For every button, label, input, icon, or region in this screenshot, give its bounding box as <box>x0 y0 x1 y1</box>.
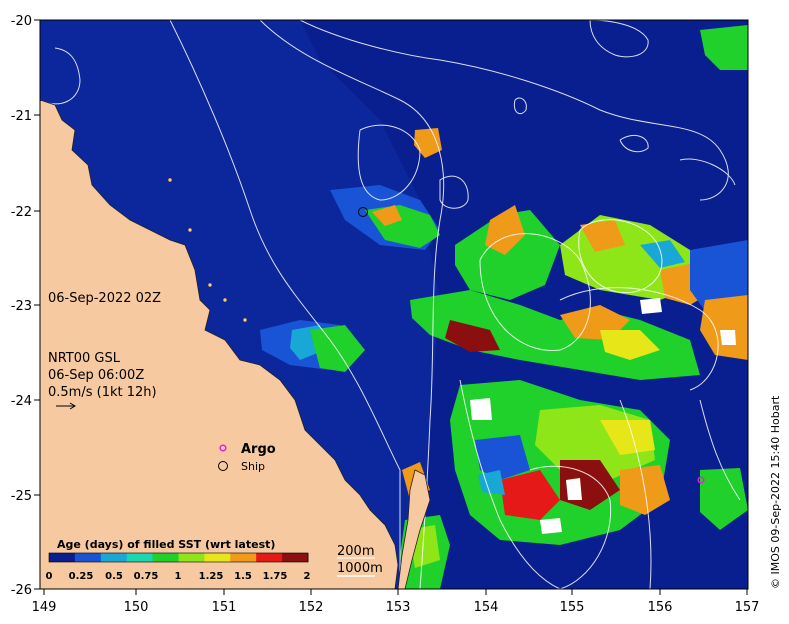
ship-legend-label: Ship <box>241 460 265 473</box>
lon-tick-label: 150 <box>124 600 149 615</box>
lat-axis <box>34 19 40 590</box>
lat-tick-label: -20 <box>11 14 32 29</box>
colorbar-swatch <box>204 553 231 562</box>
argo-legend-label: Argo <box>241 442 276 457</box>
colorbar: Age (days) of filled SST (wrt latest) 0 … <box>46 538 311 582</box>
lon-tick-label: 151 <box>212 600 237 615</box>
copyright-label: © IMOS 09-Sep-2022 15:40 Hobart <box>769 395 782 589</box>
colorbar-swatch <box>74 553 102 562</box>
lon-tick-label: 149 <box>32 600 57 615</box>
colorbar-tick-label: 1.25 <box>199 571 224 582</box>
lon-tick-label: 153 <box>386 600 411 615</box>
colorbar-tick-label: 2 <box>304 571 311 582</box>
lon-tick-label: 152 <box>299 600 324 615</box>
current-label-line1: NRT00 GSL <box>48 351 121 366</box>
colorbar-swatch <box>282 553 309 562</box>
sst-map: -20 -21 -22 -23 -24 -25 -26 149 150 151 … <box>11 14 782 615</box>
colorbar-tick-label: 1.75 <box>263 571 288 582</box>
lat-tick-label: -23 <box>11 299 32 314</box>
colorbar-tick-label: 0.25 <box>69 571 94 582</box>
date-label: 06-Sep-2022 02Z <box>48 291 161 306</box>
colorbar-tick-label: 0 <box>46 571 53 582</box>
colorbar-title: Age (days) of filled SST (wrt latest) <box>57 538 275 551</box>
lon-tick-label: 154 <box>474 600 499 615</box>
lon-axis <box>43 589 748 595</box>
lon-tick-label: 157 <box>735 600 760 615</box>
colorbar-tick-label: 1 <box>175 571 182 582</box>
bathymetry-1000m-label: 1000m <box>337 561 383 576</box>
lat-tick-label: -24 <box>11 394 32 409</box>
colorbar-swatch <box>126 553 154 562</box>
lon-tick-label: 156 <box>648 600 673 615</box>
colorbar-tick-label: 1.5 <box>234 571 252 582</box>
lon-tick-label: 155 <box>560 600 585 615</box>
colorbar-swatch <box>49 553 76 562</box>
bathymetry-200m-label: 200m <box>337 544 374 559</box>
colorbar-tick-label: 0.75 <box>134 571 159 582</box>
colorbar-tick-label: 0.5 <box>105 571 123 582</box>
lat-tick-label: -26 <box>11 583 32 598</box>
current-label-line3: 0.5m/s (1kt 12h) <box>48 385 157 400</box>
colorbar-swatch <box>256 553 283 562</box>
colorbar-swatch <box>152 553 179 562</box>
colorbar-swatch <box>100 553 128 562</box>
colorbar-swatch <box>230 553 257 562</box>
colorbar-swatch <box>178 553 205 562</box>
lat-tick-label: -21 <box>11 109 32 124</box>
current-label-line2: 06-Sep 06:00Z <box>48 368 144 383</box>
lat-tick-label: -25 <box>11 489 32 504</box>
lat-tick-label: -22 <box>11 205 32 220</box>
